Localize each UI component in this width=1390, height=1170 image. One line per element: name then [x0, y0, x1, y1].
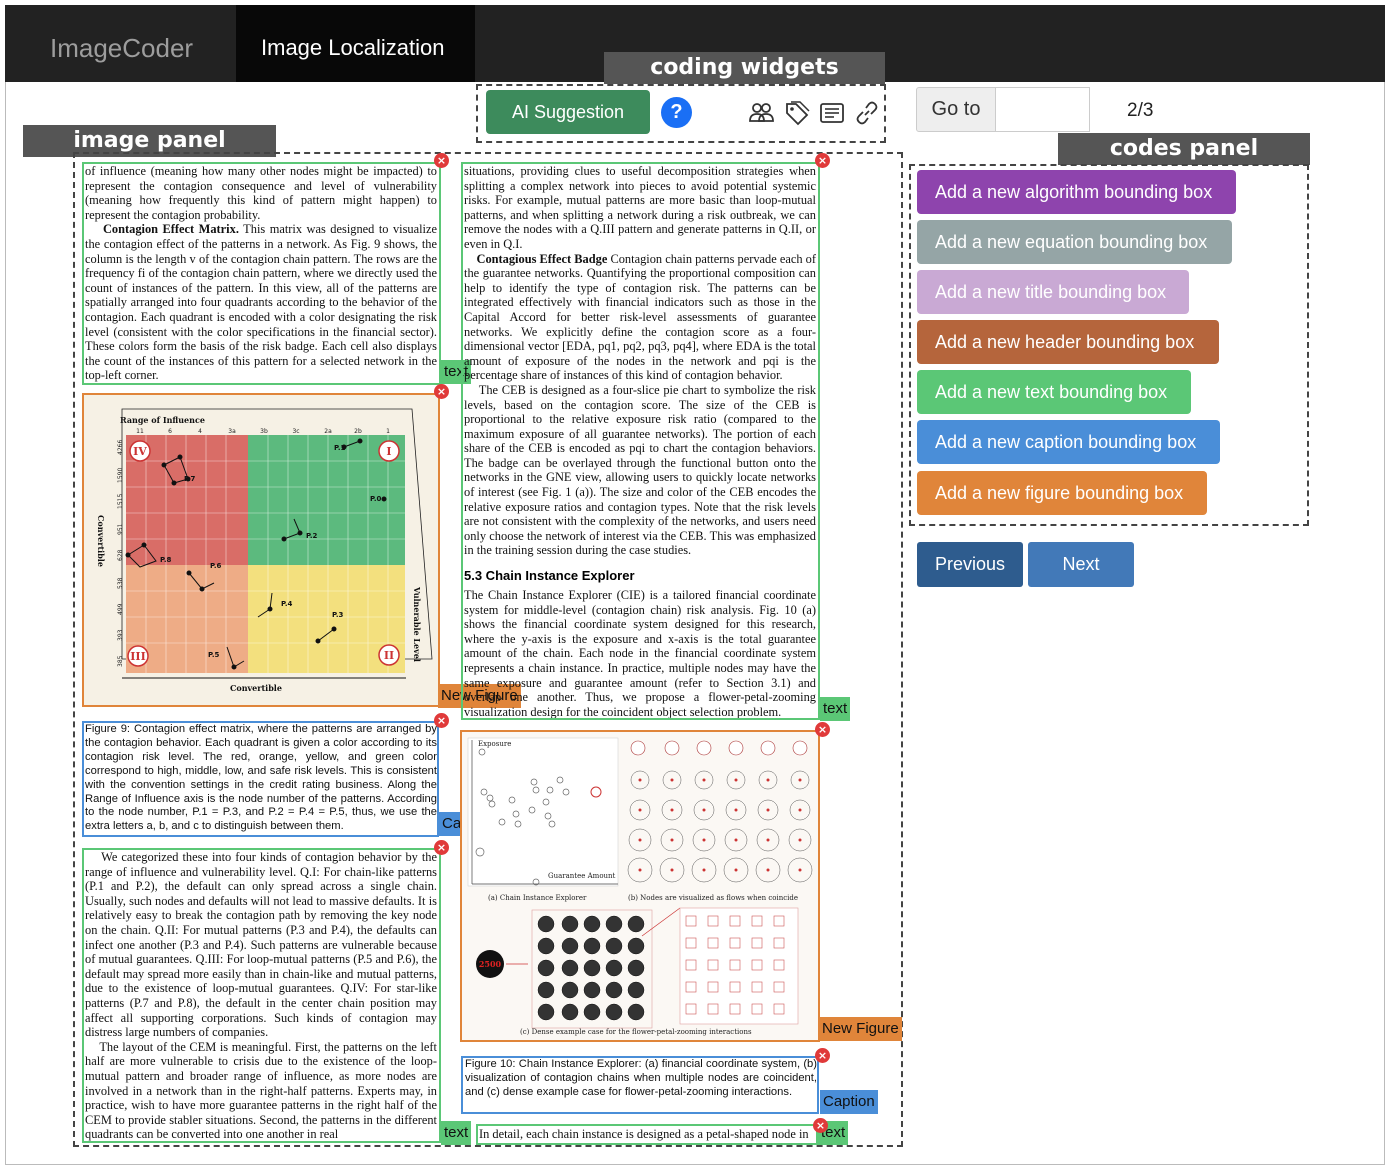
close-icon[interactable]: × — [434, 384, 449, 399]
figure-bounding-box[interactable] — [82, 393, 440, 707]
tab-image-localization[interactable]: Image Localization — [236, 5, 475, 82]
help-icon[interactable]: ? — [661, 97, 692, 128]
close-icon[interactable]: × — [434, 713, 449, 728]
close-icon[interactable]: × — [813, 1118, 828, 1133]
caption-box-tag: Caption — [820, 1090, 878, 1114]
page-indicator: 2/3 — [1127, 100, 1154, 121]
next-button[interactable]: Next — [1028, 542, 1134, 587]
text-bounding-box[interactable] — [461, 162, 820, 720]
close-icon[interactable]: × — [434, 840, 449, 855]
previous-button[interactable]: Previous — [917, 542, 1023, 587]
people-icon[interactable] — [747, 99, 775, 127]
add-text-box-button[interactable]: Add a new text bounding box — [917, 370, 1191, 414]
goto-button[interactable]: Go to — [916, 87, 996, 132]
text-bounding-box[interactable] — [82, 162, 441, 385]
add-equation-box-button[interactable]: Add a new equation bounding box — [917, 220, 1232, 264]
ai-suggestion-button[interactable]: AI Suggestion — [486, 90, 650, 134]
link-icon[interactable] — [853, 99, 881, 127]
coding-widgets-label: coding widgets — [604, 52, 885, 84]
caption-bounding-box[interactable] — [461, 1056, 819, 1114]
codes-panel-label: codes panel — [1058, 133, 1310, 165]
goto-input[interactable] — [996, 87, 1090, 132]
add-title-box-button[interactable]: Add a new title bounding box — [917, 270, 1189, 314]
add-header-box-button[interactable]: Add a new header bounding box — [917, 320, 1219, 364]
text-bounding-box[interactable] — [82, 848, 441, 1143]
goto-group: Go to — [916, 87, 1090, 132]
tag-icon[interactable] — [783, 99, 811, 127]
add-figure-box-button[interactable]: Add a new figure bounding box — [917, 471, 1207, 515]
text-box-tag: text — [820, 697, 851, 721]
close-icon[interactable]: × — [815, 722, 830, 737]
close-icon[interactable]: × — [815, 1048, 830, 1063]
figure-bounding-box[interactable] — [460, 730, 820, 1042]
text-bounding-box[interactable] — [476, 1124, 818, 1145]
add-caption-box-button[interactable]: Add a new caption bounding box — [917, 420, 1220, 464]
caption-bounding-box[interactable] — [82, 721, 439, 837]
brand-logo[interactable]: ImageCoder — [50, 33, 193, 64]
figure-box-tag: New Figure — [819, 1017, 902, 1041]
close-icon[interactable]: × — [434, 153, 449, 168]
text-box-tag: text — [441, 1121, 472, 1145]
add-algorithm-box-button[interactable]: Add a new algorithm bounding box — [917, 170, 1236, 214]
list-icon[interactable] — [818, 99, 846, 127]
close-icon[interactable]: × — [815, 153, 830, 168]
